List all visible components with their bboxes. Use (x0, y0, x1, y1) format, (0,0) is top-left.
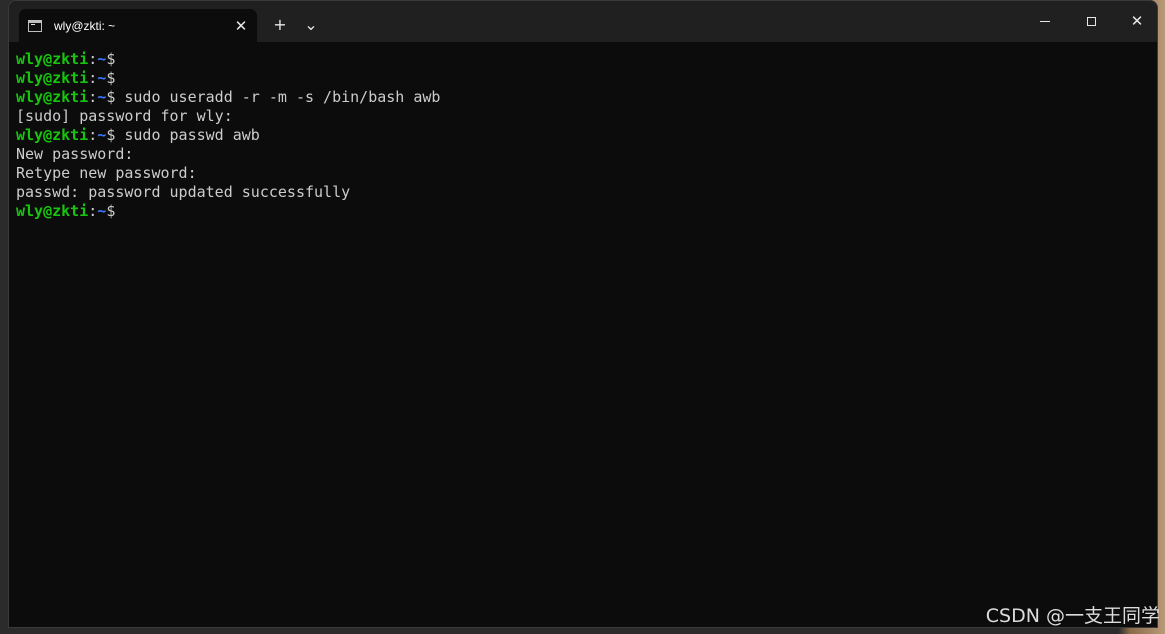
prompt-path: ~ (97, 50, 107, 68)
terminal-line: Retype new password: (16, 164, 1157, 183)
minimize-button[interactable] (1022, 1, 1068, 41)
prompt-user: wly@zkti (16, 69, 89, 87)
prompt-symbol: $ (106, 202, 116, 220)
prompt-symbol: $ (106, 50, 116, 68)
prompt-separator: : (88, 50, 98, 68)
prompt-user: wly@zkti (16, 88, 89, 106)
prompt-separator: : (88, 88, 98, 106)
close-icon: ✕ (1130, 12, 1144, 30)
prompt-symbol: $ (106, 126, 116, 144)
terminal-line: wly@zkti:~$ (16, 69, 1157, 88)
terminal-line: wly@zkti:~$ sudo passwd awb (16, 126, 1157, 145)
prompt-symbol: $ (106, 88, 116, 106)
title-bar[interactable]: wly@zkti: ~ ✕ + ⌄ ✕ (9, 1, 1157, 42)
terminal-line: wly@zkti:~$ sudo useradd -r -m -s /bin/b… (16, 88, 1157, 107)
terminal-line: wly@zkti:~$ (16, 202, 1157, 221)
terminal-window: wly@zkti: ~ ✕ + ⌄ ✕ wly@zkti:~$ wly@zkti:… (8, 0, 1158, 628)
terminal-line: wly@zkti:~$ (16, 50, 1157, 69)
command-text: sudo passwd awb (115, 126, 260, 144)
maximize-button[interactable] (1068, 1, 1114, 41)
terminal-output[interactable]: wly@zkti:~$ wly@zkti:~$ wly@zkti:~$ sudo u… (9, 42, 1157, 627)
terminal-icon (28, 19, 42, 32)
chevron-down-icon[interactable]: ⌄ (296, 10, 326, 38)
plus-icon[interactable]: + (265, 10, 295, 38)
output-text: passwd: password updated successfully (16, 183, 351, 201)
prompt-path: ~ (97, 202, 107, 220)
output-text: [sudo] password for wly: (16, 107, 233, 125)
close-button[interactable]: ✕ (1114, 1, 1157, 41)
terminal-line: [sudo] password for wly: (16, 107, 1157, 126)
output-text: New password: (16, 145, 134, 163)
command-text: sudo useradd -r -m -s /bin/bash awb (115, 88, 441, 106)
close-tab-icon[interactable]: ✕ (227, 13, 255, 39)
terminal-line: passwd: password updated successfully (16, 183, 1157, 202)
minimize-icon (1040, 20, 1050, 22)
watermark: CSDN @一支王同学 (985, 605, 1160, 627)
tab-wly-zkti[interactable]: wly@zkti: ~ ✕ (19, 9, 257, 42)
prompt-separator: : (88, 69, 98, 87)
prompt-path: ~ (97, 126, 107, 144)
prompt-user: wly@zkti (16, 202, 89, 220)
output-text: Retype new password: (16, 164, 197, 182)
prompt-separator: : (88, 202, 98, 220)
prompt-separator: : (88, 126, 98, 144)
prompt-path: ~ (97, 88, 107, 106)
prompt-user: wly@zkti (16, 126, 89, 144)
terminal-line: New password: (16, 145, 1157, 164)
prompt-symbol: $ (106, 69, 116, 87)
maximize-icon (1086, 16, 1096, 26)
tab-title: wly@zkti: ~ (54, 18, 116, 33)
prompt-user: wly@zkti (16, 50, 89, 68)
prompt-path: ~ (97, 69, 107, 87)
